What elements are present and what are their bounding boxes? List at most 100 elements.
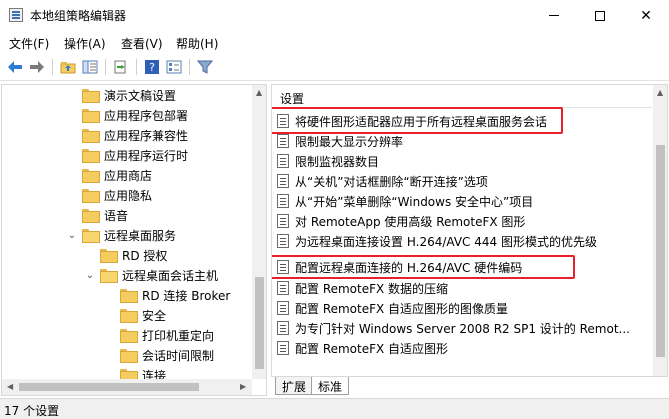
- list-item[interactable]: 配置 RemoteFX 数据的压缩: [277, 278, 653, 298]
- folder-icon: [120, 369, 138, 379]
- settings-list-pane: 设置 将硬件图形适配器应用于所有远程桌面服务会话 限制最大显示分辨率 限制监视器…: [271, 84, 668, 377]
- policy-setting-icon: [277, 234, 289, 248]
- folder-open-icon: [100, 269, 118, 283]
- menu-view[interactable]: 查看(V): [121, 35, 163, 52]
- list-item[interactable]: 限制最大显示分辨率: [277, 131, 653, 151]
- menu-file[interactable]: 文件(F): [9, 35, 49, 52]
- tree-item[interactable]: 会话时间限制: [120, 345, 214, 365]
- folder-icon: [82, 89, 100, 103]
- toolbar: ?: [0, 54, 669, 81]
- up-folder-icon: [60, 62, 76, 74]
- folder-open-icon: [82, 229, 100, 243]
- help-button[interactable]: ?: [142, 57, 162, 77]
- list-item[interactable]: 配置 RemoteFX 自适应图形的图像质量: [277, 298, 653, 318]
- properties-button[interactable]: [164, 57, 184, 77]
- menu-bar: 文件(F) 操作(A) 查看(V) 帮助(H): [0, 31, 669, 53]
- chevron-down-icon[interactable]: ⌄: [66, 230, 78, 241]
- folder-icon: [82, 189, 100, 203]
- minimize-button[interactable]: [531, 0, 577, 31]
- highlight-box: [272, 107, 563, 134]
- menu-help[interactable]: 帮助(H): [176, 35, 218, 52]
- app-icon: [9, 8, 23, 22]
- list-item[interactable]: 配置 RemoteFX 自适应图形: [277, 338, 653, 358]
- maximize-button[interactable]: [577, 0, 623, 31]
- tree-item-remote-desktop-services[interactable]: ⌄ 远程桌面服务: [66, 225, 176, 245]
- scrollbar-thumb[interactable]: [19, 383, 199, 391]
- window-title: 本地组策略编辑器: [30, 9, 127, 23]
- close-button[interactable]: ✕: [623, 0, 669, 31]
- folder-icon: [82, 109, 100, 123]
- tree-item[interactable]: 应用程序包部署: [82, 105, 188, 125]
- policy-setting-icon: [277, 174, 289, 188]
- folder-icon: [120, 349, 138, 363]
- scroll-right-icon[interactable]: ▶: [240, 382, 246, 391]
- scrollbar-thumb[interactable]: [656, 145, 665, 357]
- tree-item[interactable]: 安全: [120, 305, 166, 325]
- list-item[interactable]: 为专门针对 Windows Server 2008 R2 SP1 设计的 Rem…: [277, 318, 653, 338]
- tree-item[interactable]: RD 授权: [100, 245, 167, 265]
- export-list-button[interactable]: [111, 57, 131, 77]
- folder-icon: [82, 169, 100, 183]
- tree-item-session-host[interactable]: ⌄ 远程桌面会话主机: [84, 265, 218, 285]
- list-item[interactable]: 从“关机”对话框删除“断开连接”选项: [277, 171, 653, 191]
- policy-setting-icon: [277, 341, 289, 355]
- folder-icon: [100, 249, 118, 263]
- menu-action[interactable]: 操作(A): [64, 35, 106, 52]
- tree-horizontal-scrollbar[interactable]: ◀ ▶: [2, 379, 252, 395]
- list-item[interactable]: 为远程桌面连接设置 H.264/AVC 444 图形模式的优先级: [277, 231, 653, 251]
- toolbar-separator: [105, 59, 106, 75]
- tree-item[interactable]: 连接: [120, 365, 166, 379]
- list-item[interactable]: 对 RemoteApp 使用高级 RemoteFX 图形: [277, 211, 653, 231]
- folder-icon: [120, 289, 138, 303]
- view-tabs: 扩展 标准: [271, 377, 668, 396]
- show-hide-tree-icon: [82, 60, 98, 74]
- list-item[interactable]: 从“开始”菜单删除“Windows 安全中心”项目: [277, 191, 653, 211]
- folder-icon: [120, 309, 138, 323]
- tree-item[interactable]: 演示文稿设置: [82, 85, 176, 105]
- highlight-box: [272, 255, 575, 279]
- policy-setting-icon: [277, 301, 289, 315]
- export-list-icon: [114, 60, 126, 74]
- help-icon: ?: [145, 60, 159, 74]
- scroll-up-icon[interactable]: ▲: [657, 88, 663, 97]
- policy-setting-icon: [277, 134, 289, 148]
- properties-icon: [166, 60, 182, 74]
- folder-icon: [82, 149, 100, 163]
- tree-vertical-scrollbar[interactable]: ▲: [252, 85, 266, 379]
- tree-item[interactable]: 应用程序兼容性: [82, 125, 188, 145]
- filter-button[interactable]: [195, 57, 215, 77]
- tree-item[interactable]: 打印机重定向: [120, 325, 214, 345]
- forward-button[interactable]: [27, 57, 47, 77]
- back-arrow-icon: [8, 61, 22, 73]
- svg-text:?: ?: [149, 61, 155, 74]
- tab-standard[interactable]: 标准: [311, 377, 350, 395]
- tab-extended[interactable]: 扩展: [275, 377, 314, 395]
- back-button[interactable]: [5, 57, 25, 77]
- title-bar: 本地组策略编辑器 ✕: [0, 0, 669, 31]
- tree-item[interactable]: RD 连接 Broker: [120, 285, 230, 305]
- maximize-icon: [595, 10, 605, 21]
- tree-item[interactable]: 语音: [82, 205, 128, 225]
- policy-setting-icon: [277, 214, 289, 228]
- chevron-down-icon[interactable]: ⌄: [84, 270, 96, 281]
- settings-vertical-scrollbar[interactable]: ▲: [653, 85, 667, 376]
- scroll-left-icon[interactable]: ◀: [7, 382, 13, 391]
- scrollbar-thumb[interactable]: [255, 277, 264, 369]
- tree-item[interactable]: 应用隐私: [82, 185, 152, 205]
- scroll-up-icon[interactable]: ▲: [256, 88, 262, 97]
- show-hide-tree-button[interactable]: [80, 57, 100, 77]
- column-header-setting[interactable]: 设置: [280, 90, 304, 107]
- folder-icon: [82, 129, 100, 143]
- policy-tree: 演示文稿设置 应用程序包部署 应用程序兼容性 应用程序运行时 应用商店 应用隐私…: [2, 85, 252, 379]
- navigation-tree-pane: 演示文稿设置 应用程序包部署 应用程序兼容性 应用程序运行时 应用商店 应用隐私…: [1, 84, 267, 396]
- folder-icon: [82, 209, 100, 223]
- folder-icon: [120, 329, 138, 343]
- tree-item[interactable]: 应用商店: [82, 165, 152, 185]
- policy-setting-icon: [277, 281, 289, 295]
- close-icon: ✕: [640, 7, 652, 24]
- tree-item[interactable]: 应用程序运行时: [82, 145, 188, 165]
- status-setting-count: 17 个设置: [4, 404, 60, 418]
- policy-setting-icon: [277, 154, 289, 168]
- up-one-level-button[interactable]: [58, 57, 78, 77]
- list-item[interactable]: 限制监视器数目: [277, 151, 653, 171]
